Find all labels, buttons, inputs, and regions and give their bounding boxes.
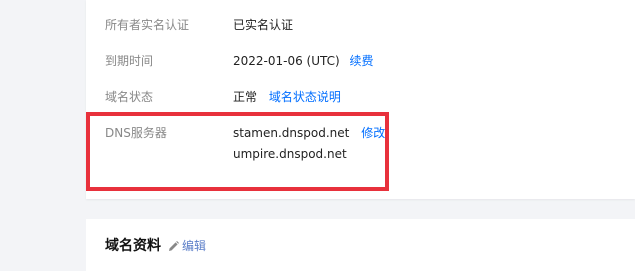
expiry-date-value: 2022-01-06 (UTC) 续费: [233, 53, 374, 69]
domain-status-label: 域名状态: [105, 90, 154, 104]
pencil-icon: [169, 240, 179, 251]
domain-status-text: 正常: [233, 90, 258, 104]
owner-verification-value: 已实名认证: [233, 18, 294, 32]
edit-profile-button[interactable]: 编辑: [167, 238, 206, 254]
renew-link[interactable]: 续费: [350, 54, 374, 68]
domain-status-help-link[interactable]: 域名状态说明: [269, 90, 341, 104]
owner-verification-label: 所有者实名认证: [105, 18, 190, 32]
domain-profile-title: 域名资料: [105, 238, 161, 254]
edit-label: 编辑: [182, 239, 207, 253]
expiry-date-label: 到期时间: [105, 54, 154, 68]
dns-highlight-box: [86, 112, 389, 191]
domain-status-value: 正常 域名状态说明: [233, 89, 341, 105]
expiry-date-text: 2022-01-06 (UTC): [233, 54, 340, 68]
